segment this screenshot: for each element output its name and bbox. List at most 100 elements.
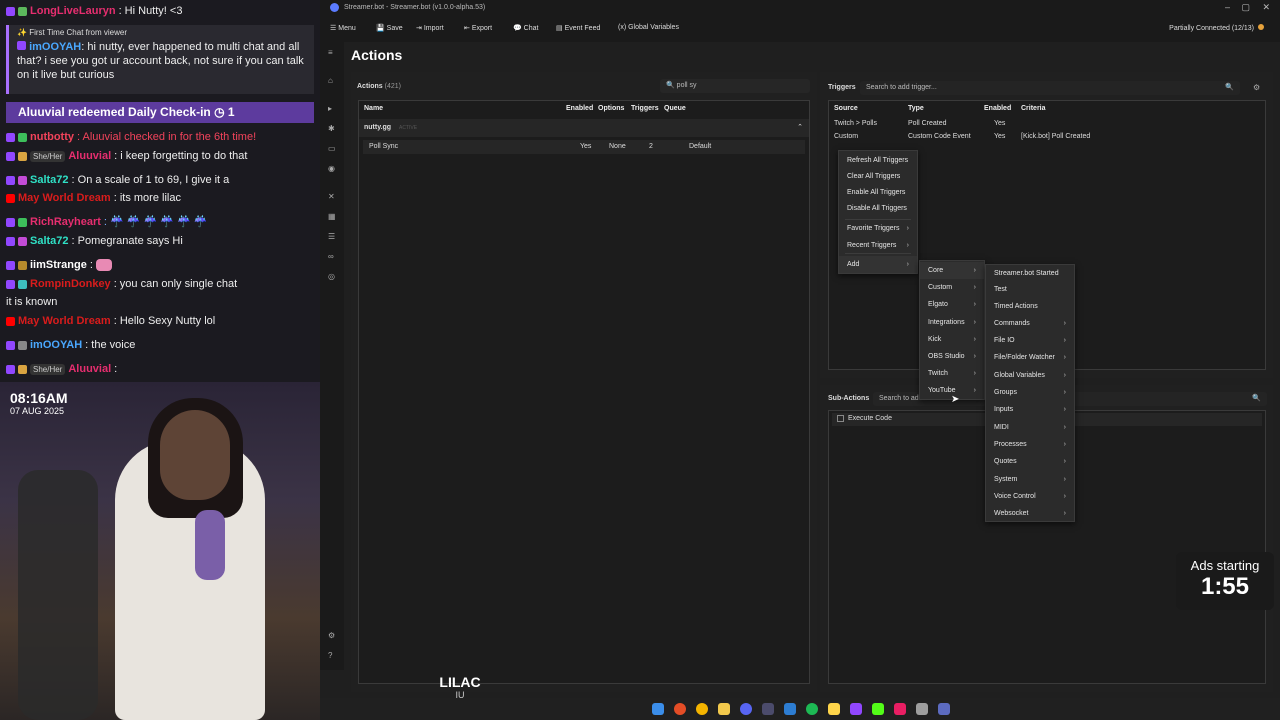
col-enabled[interactable]: Enabled [984,105,1011,112]
menu-item-kick[interactable]: Kick › [920,331,984,348]
menu-item-midi[interactable]: MIDI › [986,419,1074,436]
menu-item-clear[interactable]: Clear All Triggers [839,168,917,185]
table-row[interactable]: Twitch > Polls Poll Created Yes [829,118,1265,131]
kick-icon[interactable] [872,703,884,715]
menu-item-disable[interactable]: Disable All Triggers [839,200,917,217]
menu-item-timed-actions[interactable]: Timed Actions [986,298,1074,315]
spotify-icon[interactable] [806,703,818,715]
connection-text: Partially Connected (12/13) [1169,25,1254,32]
terminal-icon[interactable] [784,703,796,715]
col-criteria[interactable]: Criteria [1021,105,1046,112]
action-group-row[interactable]: nutty.gg ACTIVE ⌃ [359,119,809,137]
settings-icon[interactable]: ⚙ [328,631,335,640]
chrome-icon[interactable] [674,703,686,715]
menu-item-integrations[interactable]: Integrations › [920,314,984,331]
col-source[interactable]: Source [834,105,858,112]
tools-icon[interactable]: ✕ [328,192,335,201]
menu-item-started[interactable]: Streamer.bot Started [986,265,1074,282]
actions-search-input[interactable]: 🔍 poll sy [660,79,810,93]
chat-user: RichRayheart [30,216,101,228]
group-name: nutty.gg [364,124,392,131]
col-enabled[interactable]: Enabled [566,105,593,112]
chat-user: Aluuvial [68,363,112,375]
actions-icon[interactable]: ▸ [328,104,332,113]
hamburger-icon[interactable]: ≡ [328,48,333,57]
menu-item-recent[interactable]: Recent Triggers › [839,237,917,254]
link-icon[interactable]: ∞ [328,252,334,261]
cell-criteria: [Kick.bot] Poll Created [1021,133,1091,140]
menu-item-enable[interactable]: Enable All Triggers [839,184,917,201]
menu-item-global-variables[interactable]: Global Variables › [986,367,1074,384]
twitch-taskbar-icon[interactable] [850,703,862,715]
menu-item-system[interactable]: System › [986,471,1074,488]
menu-item-processes[interactable]: Processes › [986,436,1074,453]
help-icon[interactable]: ? [328,651,332,660]
chat-button[interactable]: 💬 Chat [513,24,538,32]
discord-icon[interactable] [740,703,752,715]
file-explorer-icon[interactable] [718,703,730,715]
commands-icon[interactable]: ✱ [328,124,335,133]
app-icon[interactable] [938,703,950,715]
gear-icon[interactable]: ⚙ [1253,83,1260,92]
window-title: Streamer.bot - Streamer.bot (v1.0.0-alph… [344,4,486,11]
trigger-search-input[interactable]: Search to add trigger... 🔍 [860,81,1240,95]
menu-item-core[interactable]: Core › [920,262,984,279]
grid-icon[interactable]: ▦ [328,212,336,221]
badge-icon [18,340,27,350]
streamerbot-taskbar-icon[interactable] [762,703,774,715]
event-feed-button[interactable]: ▤ Event Feed [556,24,600,32]
global-variables-button[interactable]: (x) Global Variables [618,24,679,31]
menu-item-commands[interactable]: Commands › [986,315,1074,332]
close-icon[interactable]: ✕ [1262,2,1270,13]
home-icon[interactable]: ⌂ [328,76,333,85]
menu-item-inputs[interactable]: Inputs › [986,401,1074,418]
connection-status[interactable]: Partially Connected (12/13) [1169,24,1264,32]
chat-icon[interactable]: ▭ [328,144,336,153]
col-options[interactable]: Options [598,105,624,112]
col-queue[interactable]: Queue [664,105,686,112]
menu-item-favorite[interactable]: Favorite Triggers › [839,220,917,237]
table-row[interactable]: Custom Custom Code Event Yes [Kick.bot] … [829,131,1265,144]
menu-item-twitch[interactable]: Twitch › [920,365,984,382]
save-button[interactable]: 💾 Save [376,24,403,32]
browser-icon[interactable] [696,703,708,715]
menu-label: Favorite Triggers [847,225,900,232]
status-dot-icon [1258,24,1264,30]
menu-item-refresh[interactable]: Refresh All Triggers [839,152,917,169]
col-type[interactable]: Type [908,105,924,112]
menu-item-custom[interactable]: Custom › [920,279,984,296]
chat-line: RichRayheart : ☔ ☔ ☔ ☔ ☔ ☔ [6,214,208,230]
collapse-icon[interactable]: ⌃ [797,123,803,131]
menu-item-file-watcher[interactable]: File/Folder Watcher › [986,349,1074,366]
menu-item-test[interactable]: Test [986,281,1074,298]
chat-text: : [114,363,118,375]
menu-item-file-io[interactable]: File IO › [986,332,1074,349]
export-button[interactable]: ⇤ Export [464,24,492,32]
maximize-icon[interactable]: ▢ [1241,2,1250,13]
chevron-right-icon: › [1063,372,1066,379]
menu-item-obs[interactable]: OBS Studio › [920,348,984,365]
table-row[interactable]: Poll Sync Yes None 2 Default [363,140,805,154]
menu-bar: ☰ Menu 💾 Save ⇥ Import ⇤ Export 💬 Chat ▤… [320,16,1280,42]
broadcast-icon[interactable]: ◎ [328,272,335,281]
menu-button[interactable]: ☰ Menu [330,24,356,32]
chevron-right-icon: › [973,284,976,291]
menu-item-elgato[interactable]: Elgato › [920,296,984,313]
camera-icon[interactable]: ◉ [328,164,335,173]
notes-icon[interactable] [828,703,840,715]
app-icon[interactable] [894,703,906,715]
menu-item-groups[interactable]: Groups › [986,384,1074,401]
clock-date: 07 AUG 2025 [10,406,65,416]
col-triggers[interactable]: Triggers [631,105,659,112]
menu-item-voice-control[interactable]: Voice Control › [986,488,1074,505]
list-icon[interactable]: ☰ [328,232,335,241]
menu-item-quotes[interactable]: Quotes › [986,453,1074,470]
col-name[interactable]: Name [364,105,383,112]
minimize-icon[interactable]: – [1225,2,1230,12]
windows-start-icon[interactable] [652,703,664,715]
menu-item-add[interactable]: Add › [839,256,917,273]
app-icon[interactable] [916,703,928,715]
import-button[interactable]: ⇥ Import [416,24,444,32]
chat-line: RompinDonkey : you can only single chat [6,276,237,292]
menu-item-websocket[interactable]: Websocket › [986,505,1074,522]
